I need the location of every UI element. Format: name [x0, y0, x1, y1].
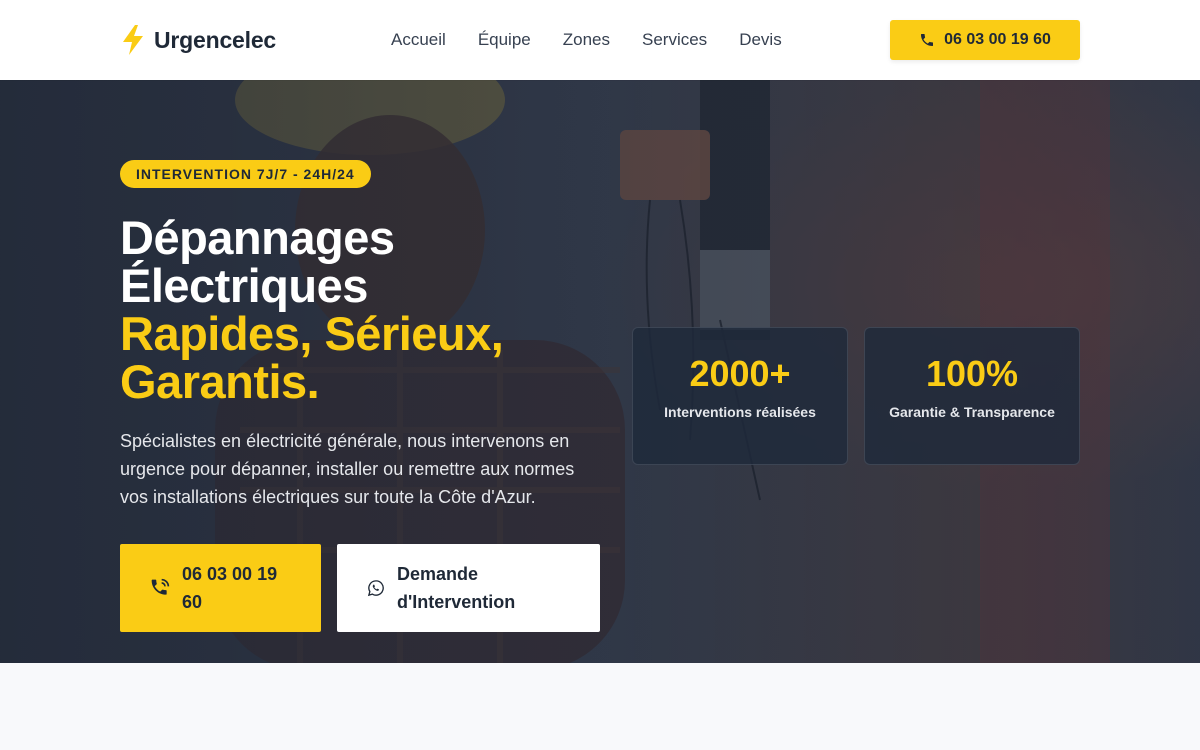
stat-value: 100%: [925, 353, 1019, 394]
phone-icon: [921, 34, 934, 46]
nav-link-devis[interactable]: Devis: [739, 30, 782, 50]
whatsapp-icon: [367, 580, 384, 597]
hero-title-accent-1: Rapides, Sérieux,: [120, 307, 504, 360]
stat-label: Interventions réalisées: [664, 404, 816, 420]
header-call-label: 06 03 00 19 60: [944, 31, 1051, 48]
availability-badge-label: INTERVENTION 7J/7 - 24H/24: [136, 166, 355, 182]
lightning-bolt-icon: [123, 25, 143, 55]
hero-title-line-1: Dépannages: [120, 211, 395, 264]
stat-card-interventions: 2000+ Interventions réalisées: [632, 327, 848, 465]
hero-section: INTERVENTION 7J/7 - 24H/24 Dépannages Él…: [0, 80, 1200, 663]
intervention-request-button[interactable]: Demande d'Intervention: [337, 544, 600, 632]
hero-title-line-2: Électriques: [120, 259, 368, 312]
intervention-request-label: Demande d'Intervention: [397, 564, 516, 612]
header-call-button[interactable]: 06 03 00 19 60: [890, 20, 1080, 60]
phone-ringing-icon: [151, 578, 170, 595]
hero-call-button[interactable]: 06 03 00 19 60: [120, 544, 321, 632]
availability-badge: INTERVENTION 7J/7 - 24H/24: [120, 160, 371, 188]
next-section: [0, 663, 1200, 750]
site-header: Urgencelec Accueil Équipe Zones Services…: [0, 0, 1200, 80]
hero-description: Spécialistes en électricité générale, no…: [120, 431, 575, 507]
stat-value: 2000+: [689, 353, 791, 394]
hero-title-accent-2: Garantis.: [120, 355, 320, 408]
stat-label: Garantie & Transparence: [889, 404, 1055, 420]
hero-call-label: 06 03 00 19 60: [182, 564, 278, 612]
nav-link-zones[interactable]: Zones: [563, 30, 610, 50]
nav-link-accueil[interactable]: Accueil: [391, 30, 446, 50]
hero-title: Dépannages Électriques Rapides, Sérieux,…: [120, 214, 600, 406]
stat-card-guarantee: 100% Garantie & Transparence: [864, 327, 1080, 465]
main-nav: Accueil Équipe Zones Services Devis: [391, 30, 782, 50]
brand-name: Urgencelec: [154, 26, 277, 53]
nav-link-services[interactable]: Services: [642, 30, 707, 50]
nav-link-equipe[interactable]: Équipe: [478, 30, 531, 50]
brand-logo[interactable]: Urgencelec: [120, 22, 276, 58]
